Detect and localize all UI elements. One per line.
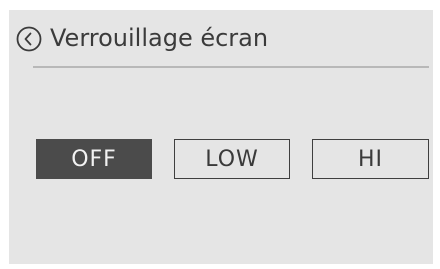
- chevron-left-circle-icon: [16, 26, 42, 52]
- option-hi-button[interactable]: HI: [312, 139, 429, 179]
- back-button[interactable]: [15, 25, 43, 53]
- screen-lock-options: OFF LOW HI: [36, 139, 430, 181]
- screen-lock-panel: Verrouillage écran OFF LOW HI: [9, 10, 433, 264]
- header: Verrouillage écran: [9, 10, 433, 64]
- option-off-button[interactable]: OFF: [36, 139, 152, 179]
- page-title: Verrouillage écran: [50, 24, 269, 52]
- option-low-button[interactable]: LOW: [174, 139, 290, 179]
- header-divider: [33, 66, 429, 68]
